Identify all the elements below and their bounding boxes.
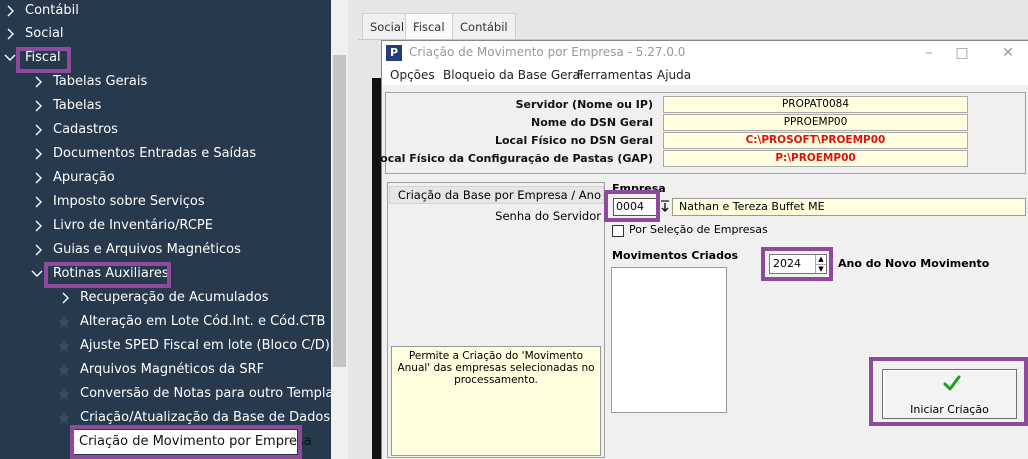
- nav-label: Documentos Entradas e Saídas: [53, 146, 257, 161]
- nav-label: Alteração em Lote Cód.Int. e Cód.CTB: [80, 314, 326, 329]
- chevron-right-icon: [34, 191, 46, 213]
- nav-item-livro-inventario[interactable]: Livro de Inventário/RCPE: [0, 215, 331, 237]
- close-icon[interactable]: ✕: [988, 41, 1028, 65]
- navigation-tree: Contábil Social Fiscal Tabelas Gerais Ta…: [0, 0, 347, 459]
- options-panel: Criação da Base por Empresa / Ano Senha …: [387, 182, 605, 458]
- nav-label: Contábil: [25, 3, 79, 18]
- chevron-right-icon: [34, 215, 46, 237]
- tab-fiscal[interactable]: Fiscal: [405, 13, 453, 40]
- nav-item-imposto-servicos[interactable]: Imposto sobre Serviços: [0, 191, 331, 213]
- title-bar[interactable]: P Criação de Movimento por Empresa - 5.2…: [382, 41, 1028, 65]
- menu-ferramentas[interactable]: Ferramentas: [577, 68, 653, 82]
- chevron-right-icon: [61, 287, 73, 309]
- scrollbar-thumb[interactable]: [333, 55, 346, 367]
- nav-item-tabelas-gerais[interactable]: Tabelas Gerais: [0, 71, 331, 93]
- dialog-window: P Criação de Movimento por Empresa - 5.2…: [373, 40, 1028, 459]
- nav-item-alteracao-lote[interactable]: Alteração em Lote Cód.Int. e Cód.CTB: [0, 311, 331, 333]
- menu-bar: Opções Bloqueio da Base Geral Ferramenta…: [382, 65, 1028, 85]
- hint-text: Permite a Criação do 'Movimento Anual' d…: [391, 346, 601, 456]
- nav-item-ajuste-sped[interactable]: Ajuste SPED Fiscal em lote (Bloco C/D): [0, 335, 331, 357]
- chevron-right-icon: [34, 95, 46, 117]
- empresa-name-field: Nathan e Tereza Buffet ME: [672, 198, 1026, 216]
- option-senha-servidor[interactable]: Senha do Servidor: [389, 207, 604, 225]
- movimentos-criados-list[interactable]: [611, 267, 727, 413]
- nav-item-criacao-movimento-selected[interactable]: Criação de Movimento por Empresa: [74, 430, 312, 454]
- empresa-label: Empresa: [612, 182, 666, 195]
- nav-label: Arquivos Magnéticos da SRF: [80, 362, 265, 377]
- nav-item-documentos[interactable]: Documentos Entradas e Saídas: [0, 143, 331, 165]
- nav-item-guias-arquivos[interactable]: Guias e Arquivos Magnéticos: [0, 239, 331, 261]
- maximize-icon[interactable]: □: [942, 41, 982, 65]
- nav-item-apuracao[interactable]: Apuração: [0, 167, 331, 189]
- nav-item-conversao-notas[interactable]: Conversão de Notas para outro Template: [0, 383, 347, 405]
- nav-item-criacao-atualizacao-base[interactable]: Criação/Atualização da Base de Dados: [0, 407, 331, 429]
- checkmark-icon: [943, 374, 961, 392]
- local-fisico-dsn-label: Local Físico no DSN Geral: [494, 134, 653, 147]
- star-icon: [57, 387, 71, 401]
- nav-item-fiscal[interactable]: Fiscal: [0, 47, 331, 69]
- por-selecao-checkbox[interactable]: [612, 225, 624, 237]
- nav-label: Rotinas Auxiliares: [53, 266, 169, 281]
- star-icon: [57, 339, 71, 353]
- server-info-panel: Servidor (Nome ou IP) PROPAT0084 Nome do…: [373, 92, 1026, 174]
- tab-contabil[interactable]: Contábil: [452, 13, 516, 40]
- menu-bloqueio-base[interactable]: Bloqueio da Base Geral: [443, 68, 583, 82]
- nav-item-tabelas[interactable]: Tabelas: [0, 95, 331, 117]
- star-icon: [57, 411, 71, 425]
- nav-item-cadastros[interactable]: Cadastros: [0, 119, 331, 141]
- servidor-value: PROPAT0084: [663, 96, 968, 113]
- nav-label: Criação de Movimento por Empresa: [79, 434, 312, 449]
- por-selecao-label: Por Seleção de Empresas: [629, 223, 768, 236]
- nav-label: Tabelas: [53, 98, 102, 113]
- dsn-geral-label: Nome do DSN Geral: [531, 116, 653, 129]
- nav-label: Ajuste SPED Fiscal em lote (Bloco C/D): [80, 338, 330, 353]
- spin-down-icon[interactable]: ▼: [815, 264, 826, 273]
- option-criacao-base[interactable]: Criação da Base por Empresa / Ano: [389, 186, 604, 204]
- star-icon: [57, 315, 71, 329]
- window-title: Criação de Movimento por Empresa - 5.27.…: [409, 45, 686, 59]
- local-fisico-dsn-value: C:\PROSOFT\PROEMP00: [663, 132, 968, 149]
- chevron-right-icon: [34, 239, 46, 261]
- nav-label: Guias e Arquivos Magnéticos: [53, 242, 241, 257]
- nav-label: Conversão de Notas para outro Template: [80, 386, 347, 401]
- ano-movimento-label: Ano do Novo Movimento: [838, 257, 990, 270]
- movimentos-criados-label: Movimentos Criados: [612, 249, 739, 262]
- nav-item-arquivos-srf[interactable]: Arquivos Magnéticos da SRF: [0, 359, 331, 381]
- iniciar-criacao-label: Iniciar Criação: [910, 403, 989, 416]
- nav-item-rotinas-auxiliares[interactable]: Rotinas Auxiliares: [0, 263, 331, 285]
- nav-label: Cadastros: [53, 122, 118, 137]
- iniciar-criacao-button[interactable]: Iniciar Criação: [882, 369, 1017, 419]
- chevron-right-icon: [34, 119, 46, 141]
- nav-scrollbar[interactable]: [331, 0, 348, 459]
- lookup-arrow-icon[interactable]: [659, 198, 671, 216]
- empresa-code-input[interactable]: 0004: [613, 198, 657, 216]
- chevron-right-icon: [34, 143, 46, 165]
- nav-label: Fiscal: [25, 50, 61, 65]
- nav-label: Social: [25, 26, 64, 41]
- star-icon: [57, 363, 71, 377]
- spin-up-icon[interactable]: ▲: [815, 255, 826, 264]
- nav-label: Criação/Atualização da Base de Dados: [80, 410, 331, 425]
- chevron-right-icon: [34, 71, 46, 93]
- nav-item-social[interactable]: Social: [0, 23, 331, 45]
- nav-label: Livro de Inventário/RCPE: [53, 218, 213, 233]
- nav-label: Tabelas Gerais: [53, 74, 148, 89]
- local-fisico-gap-value: P:\PROEMP00: [663, 150, 968, 167]
- chevron-down-icon: [31, 263, 43, 285]
- nav-item-recuperacao-acumulados[interactable]: Recuperação de Acumulados: [0, 287, 331, 309]
- nav-label: Recuperação de Acumulados: [80, 290, 269, 305]
- nav-label: Imposto sobre Serviços: [53, 194, 205, 209]
- app-logo-icon: P: [386, 45, 402, 61]
- nav-item-contabil[interactable]: Contábil: [0, 0, 331, 22]
- chevron-right-icon: [6, 0, 18, 22]
- dsn-geral-value: PPROEMP00: [663, 114, 968, 131]
- menu-opcoes[interactable]: Opções: [390, 68, 435, 82]
- servidor-label: Servidor (Nome ou IP): [515, 98, 653, 111]
- chevron-right-icon: [6, 23, 18, 45]
- menu-ajuda[interactable]: Ajuda: [657, 68, 691, 82]
- local-fisico-gap-label: Local Físico da Configuração de Pastas (…: [373, 152, 653, 165]
- nav-label: Apuração: [53, 170, 115, 185]
- chevron-down-icon: [4, 47, 16, 69]
- chevron-right-icon: [34, 167, 46, 189]
